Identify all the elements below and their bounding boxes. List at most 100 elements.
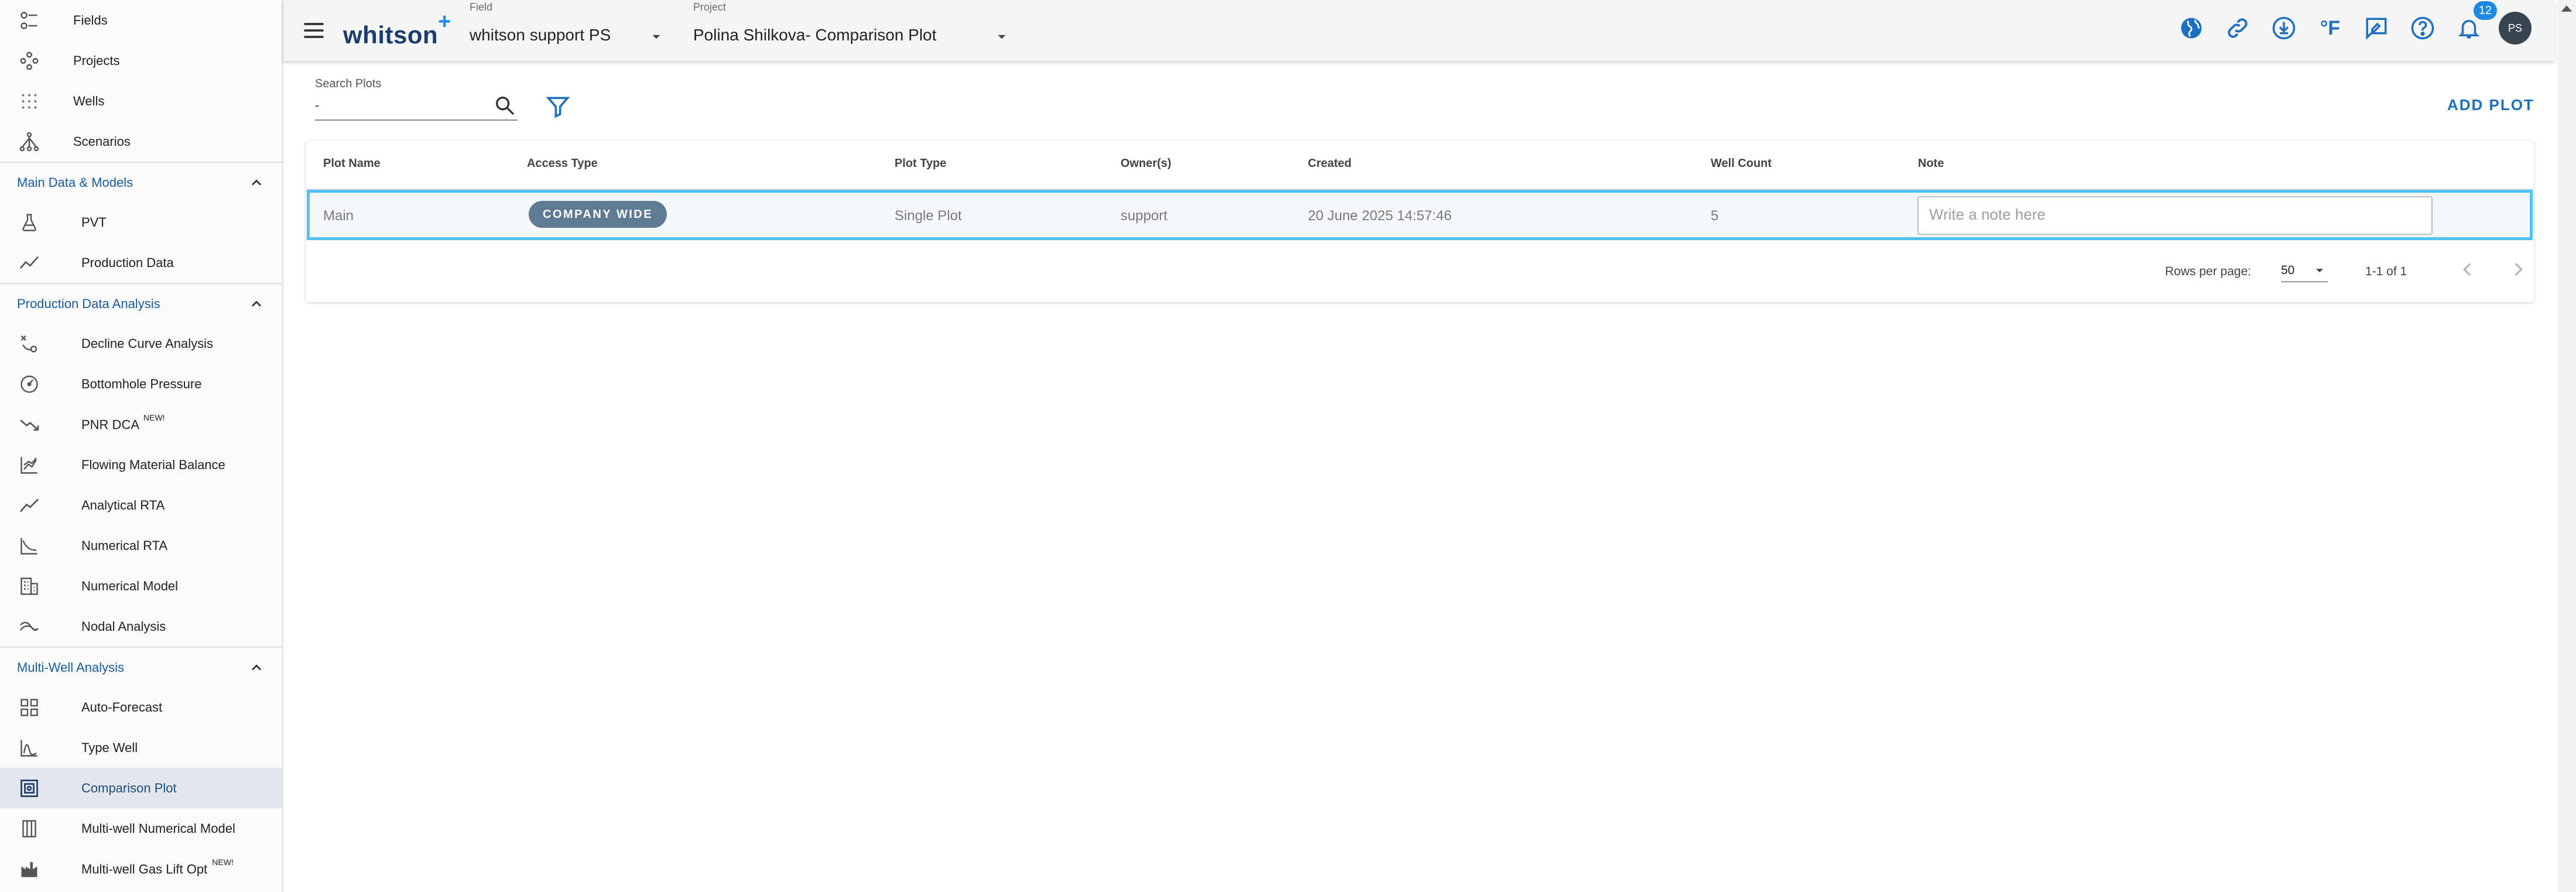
notifications-icon[interactable]: 12	[2452, 1, 2497, 45]
sidebar-item-label: Production Data	[81, 255, 174, 270]
sidebar-item-wells[interactable]: Wells	[0, 81, 282, 121]
sidebar-item-bottomhole-pressure[interactable]: Bottomhole Pressure	[0, 364, 282, 404]
project-select[interactable]: Project Polina Shilkova- Comparison Plot	[693, 0, 1009, 59]
scenarios-icon	[18, 130, 41, 153]
sidebar-item-decline-curve-analysis[interactable]: Decline Curve Analysis	[0, 323, 282, 364]
chevron-up-icon	[252, 300, 261, 306]
sidebar-item-label: Fields	[73, 12, 108, 28]
scroll-up-arrow-icon[interactable]	[2558, 2, 2575, 14]
sidebar-item-numerical-model[interactable]: Numerical Model	[0, 566, 282, 606]
search-icon[interactable]	[493, 94, 516, 117]
sidebar-item-label: Auto-Forecast	[81, 699, 163, 715]
field-value: whitson support PS	[470, 26, 611, 44]
sidebar-item-projects[interactable]: Projects	[0, 40, 282, 81]
trend-line-icon	[18, 494, 41, 517]
building-icon	[18, 575, 41, 598]
section-production-data-analysis[interactable]: Production Data Analysis	[0, 283, 282, 323]
sidebar-item-type-well[interactable]: Type Well	[0, 727, 282, 768]
sidebar-item-label: Projects	[73, 53, 120, 68]
logo: whitson+	[343, 9, 451, 49]
column-header[interactable]: Note	[1918, 157, 1944, 170]
column-header[interactable]: Well Count	[1711, 157, 1772, 170]
sidebar-item-label: Decline Curve Analysis	[81, 336, 213, 351]
created-cell: 20 June 2025 14:57:46	[1308, 208, 1452, 224]
globe-icon[interactable]	[2175, 12, 2208, 45]
sidebar-item-label: Nodal Analysis	[81, 618, 166, 634]
scrollbar[interactable]	[2557, 0, 2576, 892]
nodal-icon	[18, 615, 41, 638]
next-page-button[interactable]	[2506, 258, 2529, 281]
sidebar-item-label: Multi-well Numerical Model	[81, 821, 235, 836]
columns-icon	[18, 817, 41, 840]
sidebar-item-auto-forecast[interactable]: Auto-Forecast	[0, 687, 282, 727]
caret-down-icon	[998, 35, 1006, 39]
column-header[interactable]: Plot Name	[323, 157, 381, 170]
sidebar-item-label: Type Well	[81, 740, 138, 755]
search-plots-field[interactable]: Search Plots	[315, 77, 518, 121]
feedback-icon[interactable]	[2360, 12, 2393, 45]
sidebar-item-label: Bottomhole Pressure	[81, 376, 202, 391]
sidebar-item-multi-well-gas-lift-opt[interactable]: Multi-well Gas Lift Opt NEW!	[0, 849, 282, 889]
search-label: Search Plots	[315, 77, 382, 90]
field-select[interactable]: Field whitson support PS	[470, 0, 664, 59]
add-plot-button[interactable]: ADD PLOT	[2447, 96, 2534, 114]
sidebar-item-scenarios[interactable]: Scenarios	[0, 121, 282, 162]
section-title: Main Data & Models	[17, 175, 133, 190]
sidebar-item-nodal-analysis[interactable]: Nodal Analysis	[0, 606, 282, 647]
filter-icon[interactable]	[545, 94, 571, 119]
curve-chart-icon	[18, 534, 41, 558]
column-header[interactable]: Created	[1308, 157, 1351, 170]
top-icon-group: °F 12 PS	[2161, 1, 2555, 46]
plots-table: Plot Name Access Type Plot Type Owner(s)…	[306, 141, 2534, 302]
gauge-icon	[18, 372, 41, 396]
owners-cell: support	[1121, 208, 1168, 224]
rows-per-page-select[interactable]: 50	[2281, 259, 2328, 282]
note-input[interactable]: Write a note here	[1917, 196, 2433, 235]
help-icon[interactable]	[2406, 12, 2439, 45]
plot-name-cell: Main	[323, 208, 354, 224]
previous-page-button[interactable]	[2457, 258, 2480, 281]
table-row[interactable]: Main COMPANY WIDE Single Plot support 20…	[307, 190, 2533, 240]
menu-icon[interactable]	[301, 18, 327, 43]
sidebar-item-comparison-plot[interactable]: Comparison Plot	[0, 768, 282, 808]
column-header[interactable]: Owner(s)	[1121, 157, 1171, 170]
pagination-range: 1-1 of 1	[2365, 265, 2407, 278]
section-title: Multi-Well Analysis	[17, 659, 124, 675]
sidebar-item-label: Numerical RTA	[81, 538, 168, 553]
chevron-left-icon	[2462, 262, 2471, 276]
project-value: Polina Shilkova- Comparison Plot	[693, 26, 937, 44]
temperature-unit-icon[interactable]: °F	[2314, 12, 2347, 45]
caret-down-icon	[2316, 269, 2323, 272]
caret-down-icon	[652, 35, 660, 39]
notification-badge: 12	[2474, 1, 2497, 20]
new-badge: NEW!	[212, 857, 234, 867]
sidebar-item-analytical-rta[interactable]: Analytical RTA	[0, 485, 282, 525]
sidebar-item-pnr-dca[interactable]: PNR DCA NEW!	[0, 404, 282, 445]
sidebar-item-flowing-material-balance[interactable]: Flowing Material Balance	[0, 445, 282, 485]
project-label: Project	[693, 1, 727, 13]
sidebar-item-label: Numerical Model	[81, 578, 179, 593]
sidebar-item-fields[interactable]: Fields	[0, 0, 282, 40]
avatar[interactable]: PS	[2499, 12, 2532, 45]
grid-icon	[18, 696, 41, 719]
column-header[interactable]: Access Type	[527, 157, 598, 170]
download-icon[interactable]	[2267, 12, 2300, 45]
well-count-cell: 5	[1711, 208, 1719, 224]
sidebar-item-production-data[interactable]: Production Data	[0, 242, 282, 283]
chevron-right-icon	[2515, 262, 2523, 276]
sidebar-item-multi-well-numerical-model[interactable]: Multi-well Numerical Model	[0, 808, 282, 849]
chevron-up-icon	[252, 179, 261, 185]
rows-per-page-label: Rows per page:	[2165, 265, 2252, 278]
trend-down-icon	[18, 413, 41, 436]
sidebar-item-pvt[interactable]: PVT	[0, 202, 282, 242]
sidebar-item-label: PNR DCA NEW!	[81, 412, 165, 432]
section-multi-well-analysis[interactable]: Multi-Well Analysis	[0, 647, 282, 687]
section-main-data-models[interactable]: Main Data & Models	[0, 162, 282, 202]
sidebar-item-label: Analytical RTA	[81, 497, 165, 512]
area-chart-icon	[18, 453, 41, 477]
wells-icon	[18, 90, 41, 113]
search-input[interactable]	[315, 95, 491, 116]
column-header[interactable]: Plot Type	[895, 157, 947, 170]
sidebar-item-numerical-rta[interactable]: Numerical RTA	[0, 525, 282, 566]
link-icon[interactable]	[2221, 12, 2254, 45]
